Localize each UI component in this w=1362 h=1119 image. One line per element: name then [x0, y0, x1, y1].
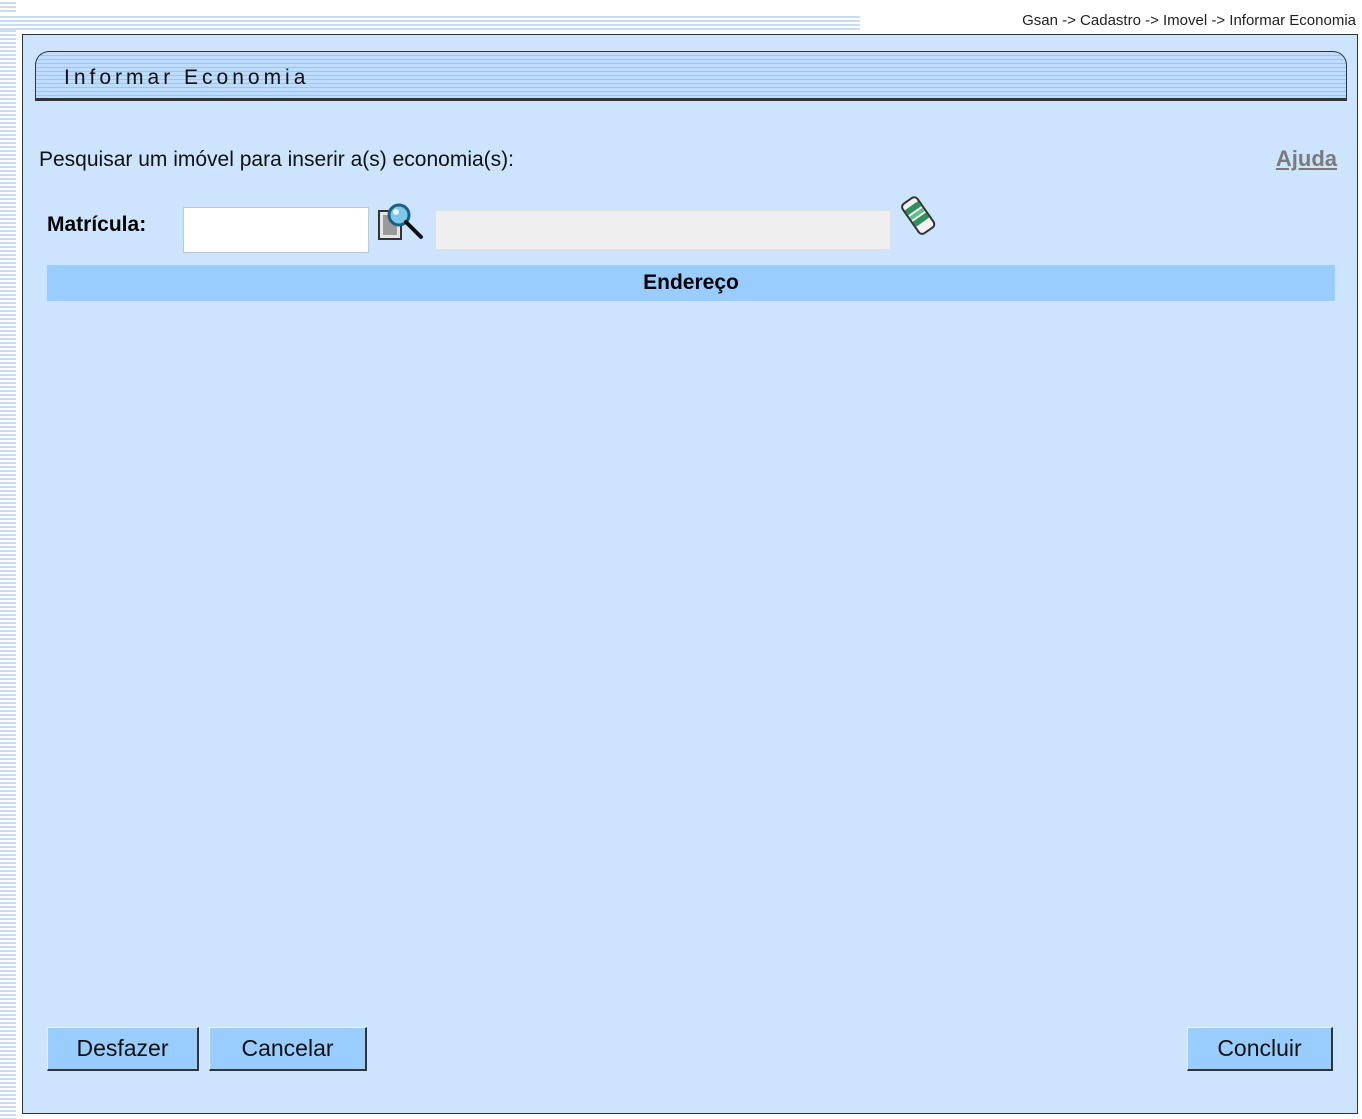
matricula-description-field — [435, 210, 891, 250]
finish-button[interactable]: Concluir — [1187, 1027, 1333, 1071]
panel-title-bar: Informar Economia — [35, 51, 1347, 101]
undo-button[interactable]: Desfazer — [47, 1027, 199, 1071]
search-prompt-text: Pesquisar um imóvel para inserir a(s) ec… — [39, 148, 514, 171]
search-icon[interactable] — [375, 201, 429, 243]
cancel-button[interactable]: Cancelar — [209, 1027, 367, 1071]
endereco-header: Endereço — [47, 265, 1335, 301]
matricula-input[interactable] — [183, 207, 369, 253]
eraser-icon[interactable] — [899, 193, 939, 237]
help-link[interactable]: Ajuda — [1276, 146, 1337, 172]
breadcrumb: Gsan -> Cadastro -> Imovel -> Informar E… — [1022, 12, 1356, 29]
matricula-label: Matrícula: — [47, 213, 147, 236]
page-title: Informar Economia — [64, 66, 310, 89]
left-decorative-stripe — [0, 0, 16, 1119]
informar-economia-panel: Informar Economia Pesquisar um imóvel pa… — [22, 34, 1358, 1114]
top-decorative-stripe — [0, 14, 860, 30]
